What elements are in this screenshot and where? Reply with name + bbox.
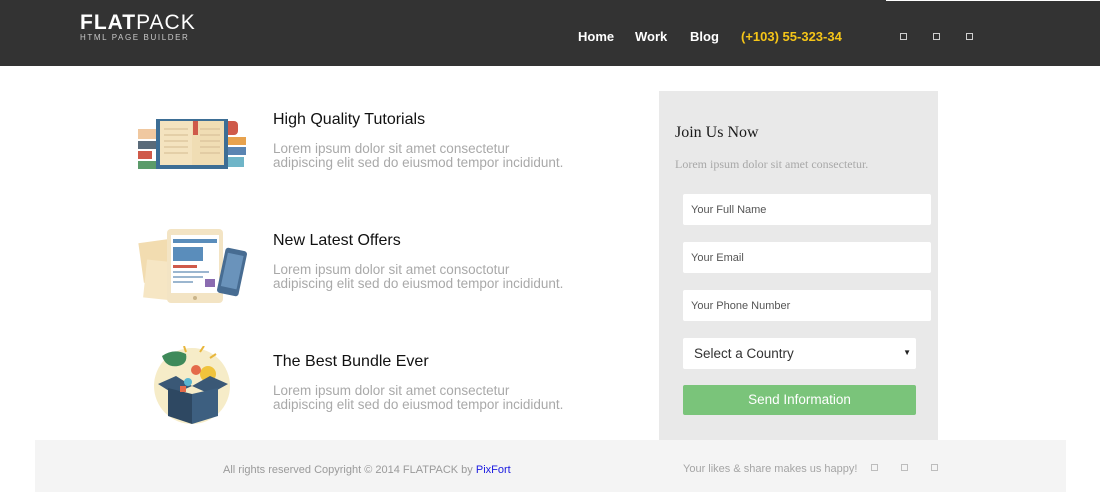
footer: All rights reserved Copyright © 2014 FLA… bbox=[35, 440, 1066, 492]
feature-text-bundle: Lorem ipsum dolor sit amet consectetur a… bbox=[273, 383, 564, 412]
footer-social-icon-1[interactable] bbox=[871, 464, 878, 471]
copyright-text: All rights reserved Copyright © 2014 FLA… bbox=[223, 464, 511, 476]
tablet-icon bbox=[137, 227, 249, 310]
nav-blog[interactable]: Blog bbox=[690, 30, 719, 44]
feature-text-offers: Lorem ipsum dolor sit amet consoctotur a… bbox=[273, 262, 564, 291]
signup-panel: Join Us Now Lorem ipsum dolor sit amet c… bbox=[659, 91, 938, 440]
books-icon bbox=[136, 115, 248, 176]
pixfort-link[interactable]: PixFort bbox=[476, 464, 511, 476]
footer-social-icon-3[interactable] bbox=[931, 464, 938, 471]
social-icon-1[interactable] bbox=[900, 33, 907, 40]
nav-work[interactable]: Work bbox=[635, 30, 667, 44]
box-icon bbox=[148, 345, 238, 431]
dropdown-caret-icon: ▼ bbox=[903, 348, 911, 357]
feature-title-tutorials: High Quality Tutorials bbox=[273, 111, 426, 128]
phone-input[interactable] bbox=[683, 290, 931, 321]
nav-home[interactable]: Home bbox=[578, 30, 614, 44]
social-icon-3[interactable] bbox=[966, 33, 973, 40]
feature-title-offers: New Latest Offers bbox=[273, 232, 401, 249]
feature-title-bundle: The Best Bundle Ever bbox=[273, 353, 429, 370]
footer-social-icon-2[interactable] bbox=[901, 464, 908, 471]
signup-title: Join Us Now bbox=[675, 124, 759, 141]
logo[interactable]: FLATPACK HTML PAGE BUILDER bbox=[80, 12, 196, 43]
email-input[interactable] bbox=[683, 242, 931, 273]
top-navbar: FLATPACK HTML PAGE BUILDER Home Work Blo… bbox=[0, 0, 1100, 66]
logo-subtitle: HTML PAGE BUILDER bbox=[80, 33, 190, 42]
signup-subtitle: Lorem ipsum dolor sit amet consectetur. bbox=[675, 157, 869, 171]
feature-text-tutorials: Lorem ipsum dolor sit amet consectetur a… bbox=[273, 141, 564, 170]
logo-wordmark: FLATPACK bbox=[80, 11, 196, 34]
social-icon-2[interactable] bbox=[933, 33, 940, 40]
copyright-label: All rights reserved Copyright © 2014 FLA… bbox=[223, 464, 473, 476]
full-name-input[interactable] bbox=[683, 194, 931, 225]
likes-share-text: Your likes & share makes us happy! bbox=[683, 463, 858, 475]
country-select-value: Select a Country bbox=[694, 346, 794, 361]
header-edge bbox=[886, 0, 1100, 1]
send-information-button[interactable]: Send Information bbox=[683, 385, 916, 415]
phone-number: (+103) 55-323-34 bbox=[741, 29, 842, 44]
country-select[interactable]: Select a Country ▼ bbox=[683, 338, 916, 369]
